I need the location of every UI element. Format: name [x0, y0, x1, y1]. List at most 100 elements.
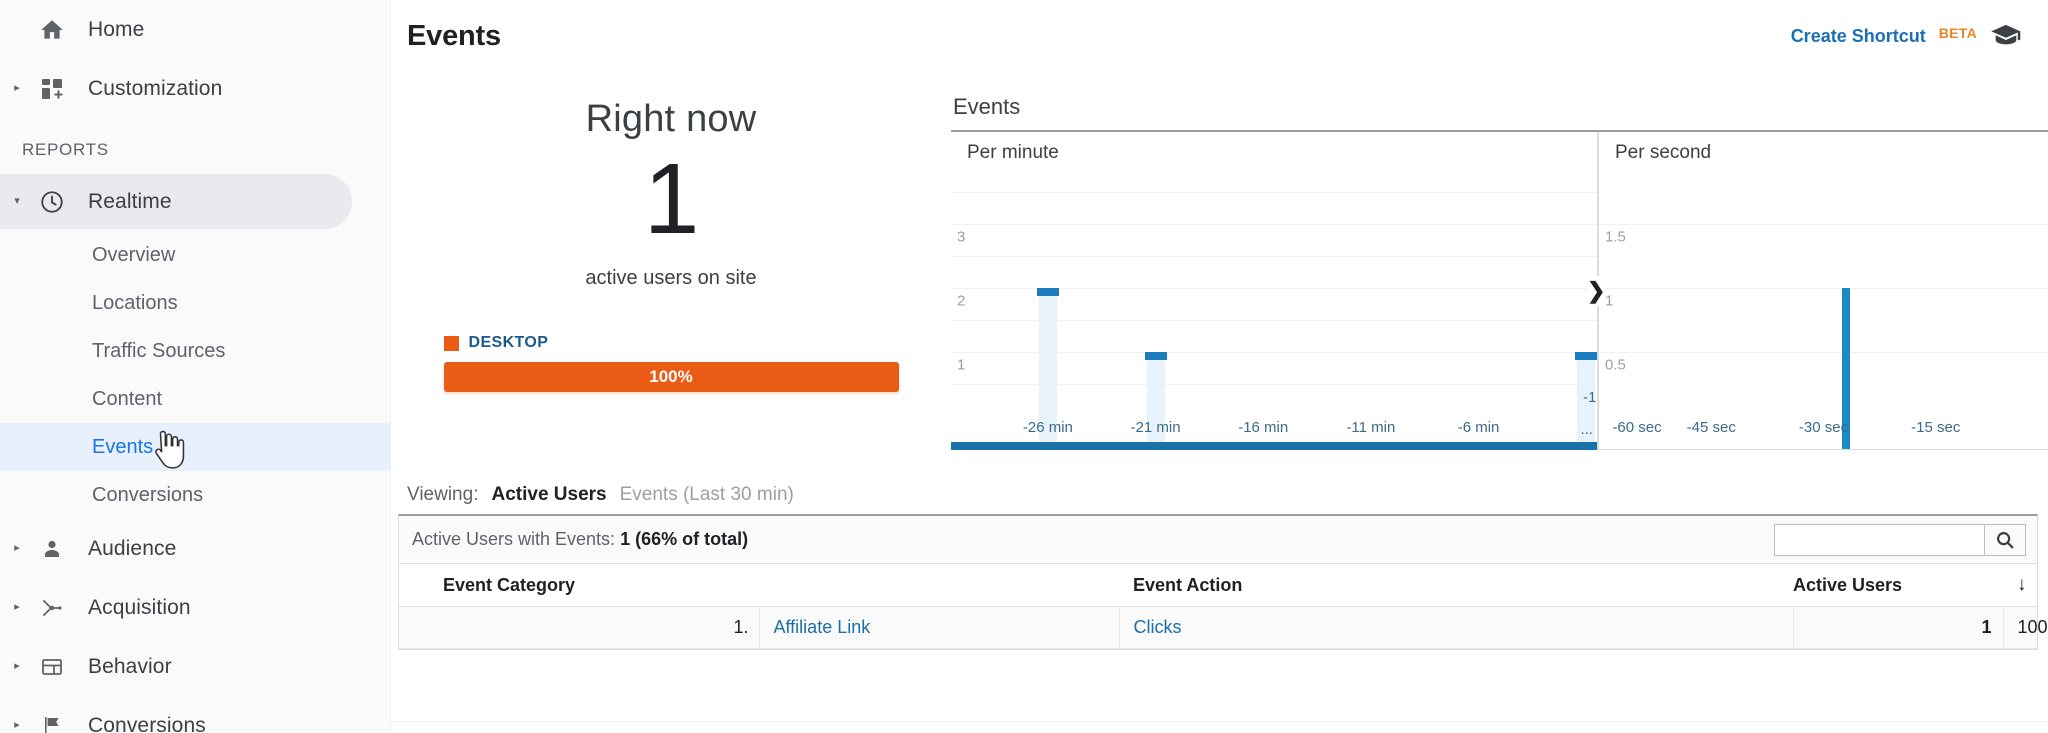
chart-x-tick: -6 min — [1457, 419, 1500, 436]
desktop-percentage-label: 100% — [649, 367, 693, 386]
chart-axis-line — [1599, 449, 2048, 450]
analytics-realtime-events-page: Home ▸ Customization REPORTS ▾ Realtime — [0, 0, 2048, 733]
sidebar-subitem-label: Overview — [92, 243, 176, 266]
behavior-icon — [30, 655, 74, 679]
sidebar-item-realtime[interactable]: ▾ Realtime — [0, 172, 390, 231]
charts-body: Per minute 1 2 3 -26 min -21 min -16 min -11 m… — [951, 130, 2048, 450]
viewing-tab-active-users[interactable]: Active Users — [491, 484, 606, 506]
chart-gridline — [1599, 224, 2048, 226]
sidebar-item-overview[interactable]: Overview — [0, 231, 390, 279]
sidebar-item-audience[interactable]: ▸ Audience — [0, 519, 390, 578]
graduation-cap-icon[interactable] — [1990, 23, 2022, 49]
chart-x-tick: -45 sec — [1686, 419, 1736, 436]
event-category-link[interactable]: Affiliate Link — [774, 617, 871, 637]
chart-gridline — [951, 256, 1597, 258]
sidebar-item-label: Conversions — [88, 713, 206, 733]
expand-charts-chevron-icon[interactable]: ❯ — [1587, 276, 1606, 306]
chart-y-tick: 0.5 — [1605, 356, 1626, 374]
chart-per-minute-plot: 1 2 3 -26 min -21 min -16 min -11 min -6 min -1.… — [951, 180, 1598, 450]
search-input[interactable] — [1774, 523, 1984, 556]
column-header-active-users[interactable]: Active Users — [1793, 564, 2003, 607]
right-now-panel: Right now 1 active users on site DESKTOP… — [391, 80, 951, 472]
clock-icon — [30, 189, 74, 215]
active-users-count: 1 — [643, 143, 700, 255]
legend-swatch-desktop — [443, 335, 459, 351]
sidebar-item-traffic-sources[interactable]: Traffic Sources — [0, 327, 390, 375]
table-toolbar: Active Users with Events: 1 (66% of tota… — [399, 516, 2037, 564]
sidebar-item-conversions-realtime[interactable]: Conversions — [0, 471, 390, 519]
column-header-event-category[interactable]: Event Category — [399, 564, 1119, 607]
chart-x-tick: -1 — [1583, 389, 1597, 406]
sidebar-item-label: Realtime — [88, 189, 172, 213]
column-sort-arrow[interactable]: ↓ — [2003, 564, 2037, 607]
sidebar-item-events[interactable]: Events — [0, 423, 390, 471]
sidebar-item-conversions[interactable]: ▸ Conversions — [0, 696, 390, 733]
chevron-right-icon[interactable]: ▸ — [4, 602, 30, 613]
desktop-percentage-bar: 100% — [443, 362, 899, 392]
realtime-dashboard: Right now 1 active users on site DESKTOP… — [391, 72, 2048, 472]
chart-bar — [1575, 352, 1598, 361]
page-title: Events — [407, 19, 501, 52]
sidebar-item-customization[interactable]: ▸ Customization — [0, 59, 390, 118]
page-header: Events Create Shortcut BETA — [391, 0, 2048, 72]
sidebar-item-home[interactable]: Home — [0, 0, 390, 59]
sidebar-item-label: Behavior — [88, 654, 172, 678]
events-table-container: Active Users with Events: 1 (66% of tota… — [398, 514, 2048, 650]
home-icon — [30, 17, 74, 43]
chevron-right-icon[interactable]: ▸ — [4, 720, 30, 731]
sidebar-item-locations[interactable]: Locations — [0, 279, 390, 327]
search-button[interactable] — [1984, 523, 2026, 556]
customization-icon — [30, 77, 74, 101]
row-percentage: 100.00% — [2003, 606, 2048, 649]
sidebar-section-reports: REPORTS — [22, 140, 109, 159]
chart-x-tick: -15 sec — [1911, 419, 1961, 436]
chart-y-tick: 1.5 — [1605, 228, 1626, 246]
sidebar-item-acquisition[interactable]: ▸ Acquisition — [0, 578, 390, 637]
create-shortcut-button[interactable]: Create Shortcut — [1791, 26, 1926, 47]
chart-overflow-ellipsis: ... — [1580, 421, 1593, 438]
sidebar-subitem-label: Locations — [92, 291, 178, 314]
main-content: Events Create Shortcut BETA Right now 1 … — [390, 0, 2048, 733]
table-summary-percent: (66% of total) — [635, 529, 749, 549]
chart-gridline — [1599, 288, 2048, 290]
charts-title: Events — [953, 94, 1021, 119]
right-now-title: Right now — [585, 98, 757, 140]
chart-gridline — [1599, 352, 2048, 354]
sidebar-item-label: Home — [88, 17, 145, 41]
page-bottom-strip — [391, 721, 2048, 733]
chart-per-second-plot: 0.5 1 1.5 -60 sec -45 sec -30 sec -15 sec — [1599, 180, 2048, 450]
events-table: Event Category Event Action Active Users… — [399, 564, 2048, 649]
sidebar-item-behavior[interactable]: ▸ Behavior — [0, 637, 390, 696]
chart-x-tick: -16 min — [1238, 419, 1289, 436]
sidebar-item-content[interactable]: Content — [0, 375, 390, 423]
chart-y-tick: 2 — [957, 292, 966, 310]
beta-badge: BETA — [1938, 25, 1977, 41]
chevron-right-icon[interactable]: ▸ — [4, 543, 30, 554]
chevron-right-icon[interactable]: ▸ — [4, 83, 30, 94]
table-summary-prefix: Active Users with Events: — [412, 529, 616, 549]
legend-label-desktop: DESKTOP — [468, 334, 549, 351]
acquisition-icon — [30, 596, 74, 620]
table-summary: Active Users with Events: 1 (66% of tota… — [412, 529, 748, 550]
chart-x-tick: -26 min — [1022, 419, 1073, 436]
chart-bar — [1036, 288, 1059, 297]
chart-baseline — [951, 442, 1597, 450]
viewing-label: Viewing: — [407, 484, 479, 505]
sidebar-subitem-label: Traffic Sources — [92, 339, 226, 362]
chart-y-tick: 1 — [957, 356, 966, 374]
sidebar-subitem-label: Events — [92, 435, 154, 458]
active-users-subtitle: active users on site — [585, 267, 757, 289]
row-event-action: Clicks — [1119, 606, 1794, 649]
event-action-link[interactable]: Clicks — [1134, 617, 1182, 637]
header-actions: Create Shortcut BETA — [1791, 23, 2022, 49]
chevron-down-icon[interactable]: ▾ — [4, 196, 30, 207]
column-header-event-action[interactable]: Event Action — [1119, 564, 1793, 607]
sidebar-item-label: Customization — [88, 76, 223, 100]
sidebar: Home ▸ Customization REPORTS ▾ Realtime — [0, 0, 390, 733]
viewing-tab-events-last-30-min[interactable]: Events (Last 30 min) — [620, 484, 794, 506]
chart-x-tick: -21 min — [1130, 419, 1181, 436]
chevron-right-icon[interactable]: ▸ — [4, 661, 30, 672]
sidebar-item-label: Acquisition — [88, 595, 191, 619]
table-summary-value: 1 — [620, 529, 631, 549]
flag-icon — [30, 714, 74, 733]
